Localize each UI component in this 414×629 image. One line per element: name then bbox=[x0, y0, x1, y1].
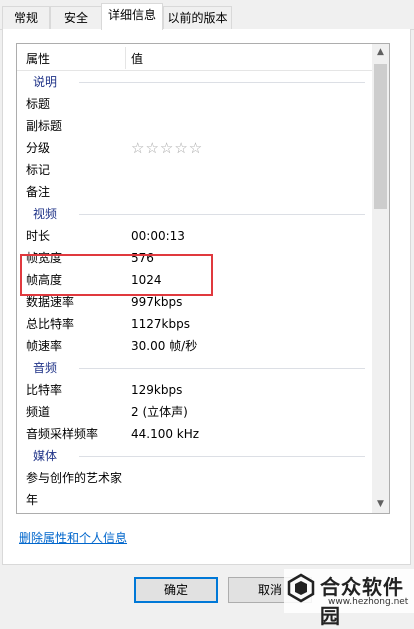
row-subtitle[interactable]: 副标题 bbox=[17, 115, 373, 137]
group-description: 说明 bbox=[17, 71, 373, 93]
group-audio: 音频 bbox=[17, 357, 373, 379]
row-length[interactable]: 时长 00:00:13 bbox=[17, 225, 373, 247]
watermark: 合众软件园 www.hezhong.net bbox=[284, 569, 414, 628]
group-video: 视频 bbox=[17, 203, 373, 225]
row-total-bitrate[interactable]: 总比特率 1127kbps bbox=[17, 313, 373, 335]
property-name: 时长 bbox=[26, 229, 51, 243]
property-value: 30.00 帧/秒 bbox=[131, 339, 198, 353]
property-name: 副标题 bbox=[26, 119, 63, 133]
property-name: 参与创作的艺术家 bbox=[26, 471, 123, 485]
row-rating[interactable]: 分级 ☆☆☆☆☆ bbox=[17, 137, 373, 159]
row-contributing-artists[interactable]: 参与创作的艺术家 bbox=[17, 467, 373, 489]
group-divider bbox=[79, 82, 365, 83]
watermark-logo-icon bbox=[287, 573, 315, 603]
list-header: 属性 值 bbox=[17, 44, 373, 71]
property-value: 1127kbps bbox=[131, 317, 190, 331]
scroll-up-icon[interactable]: ▲ bbox=[372, 44, 389, 61]
property-name: 标记 bbox=[26, 163, 51, 177]
property-value: 1024 bbox=[131, 273, 162, 287]
row-channels[interactable]: 频道 2 (立体声) bbox=[17, 401, 373, 423]
property-name: 数据速率 bbox=[26, 295, 75, 309]
property-name: 音频采样频率 bbox=[26, 427, 99, 441]
group-label: 音频 bbox=[33, 361, 58, 375]
vertical-scrollbar[interactable]: ▲ ▼ bbox=[372, 44, 389, 513]
row-audio-bitrate[interactable]: 比特率 129kbps bbox=[17, 379, 373, 401]
property-value: 997kbps bbox=[131, 295, 183, 309]
property-name: 备注 bbox=[26, 185, 51, 199]
property-value: 576 bbox=[131, 251, 154, 265]
list-rows: 说明 标题 副标题 分级 ☆☆☆☆☆ 标记 备注 视频 时长 00:00:13 … bbox=[17, 71, 373, 513]
property-value: 44.100 kHz bbox=[131, 427, 200, 441]
group-label: 说明 bbox=[33, 75, 58, 89]
group-label: 视频 bbox=[33, 207, 58, 221]
ok-button[interactable]: 确定 bbox=[134, 577, 218, 603]
property-value: 2 (立体声) bbox=[131, 405, 188, 419]
scroll-down-icon[interactable]: ▼ bbox=[372, 496, 389, 513]
property-name: 帧高度 bbox=[26, 273, 63, 287]
group-media: 媒体 bbox=[17, 445, 373, 467]
tab-general[interactable]: 常规 bbox=[2, 6, 50, 29]
scroll-thumb[interactable] bbox=[374, 64, 387, 209]
row-title[interactable]: 标题 bbox=[17, 93, 373, 115]
row-tags[interactable]: 标记 bbox=[17, 159, 373, 181]
row-year[interactable]: 年 bbox=[17, 489, 373, 511]
property-name: 总比特率 bbox=[26, 317, 75, 331]
property-list[interactable]: 属性 值 说明 标题 副标题 分级 ☆☆☆☆☆ 标记 备注 视频 时长 00:0… bbox=[16, 43, 390, 514]
remove-properties-link[interactable]: 删除属性和个人信息 bbox=[19, 529, 127, 546]
property-name: 帧速率 bbox=[26, 339, 63, 353]
property-name: 帧宽度 bbox=[26, 251, 63, 265]
row-frame-height[interactable]: 帧高度 1024 bbox=[17, 269, 373, 291]
row-comments[interactable]: 备注 bbox=[17, 181, 373, 203]
tab-details[interactable]: 详细信息 bbox=[101, 3, 163, 30]
property-value: 00:00:13 bbox=[131, 229, 185, 243]
property-name: 分级 bbox=[26, 141, 51, 155]
group-divider bbox=[79, 456, 365, 457]
property-name: 频道 bbox=[26, 405, 51, 419]
tab-security[interactable]: 安全 bbox=[50, 6, 102, 29]
row-sample-rate[interactable]: 音频采样频率 44.100 kHz bbox=[17, 423, 373, 445]
column-separator[interactable] bbox=[125, 47, 126, 69]
property-name: 标题 bbox=[26, 97, 51, 111]
group-divider bbox=[79, 214, 365, 215]
group-divider bbox=[79, 368, 365, 369]
property-value: 129kbps bbox=[131, 383, 183, 397]
column-header-property[interactable]: 属性 bbox=[26, 50, 50, 67]
row-data-rate[interactable]: 数据速率 997kbps bbox=[17, 291, 373, 313]
property-name: 比特率 bbox=[26, 383, 63, 397]
row-frame-width[interactable]: 帧宽度 576 bbox=[17, 247, 373, 269]
group-label: 媒体 bbox=[33, 449, 58, 463]
watermark-url: www.hezhong.net bbox=[328, 597, 409, 607]
rating-stars-icon[interactable]: ☆☆☆☆☆ bbox=[131, 137, 203, 159]
tab-previous-versions[interactable]: 以前的版本 bbox=[163, 6, 232, 29]
row-frame-rate[interactable]: 帧速率 30.00 帧/秒 bbox=[17, 335, 373, 357]
column-header-value[interactable]: 值 bbox=[131, 50, 143, 67]
tab-strip: 常规 安全 详细信息 以前的版本 bbox=[0, 0, 414, 30]
property-name: 年 bbox=[26, 493, 39, 507]
